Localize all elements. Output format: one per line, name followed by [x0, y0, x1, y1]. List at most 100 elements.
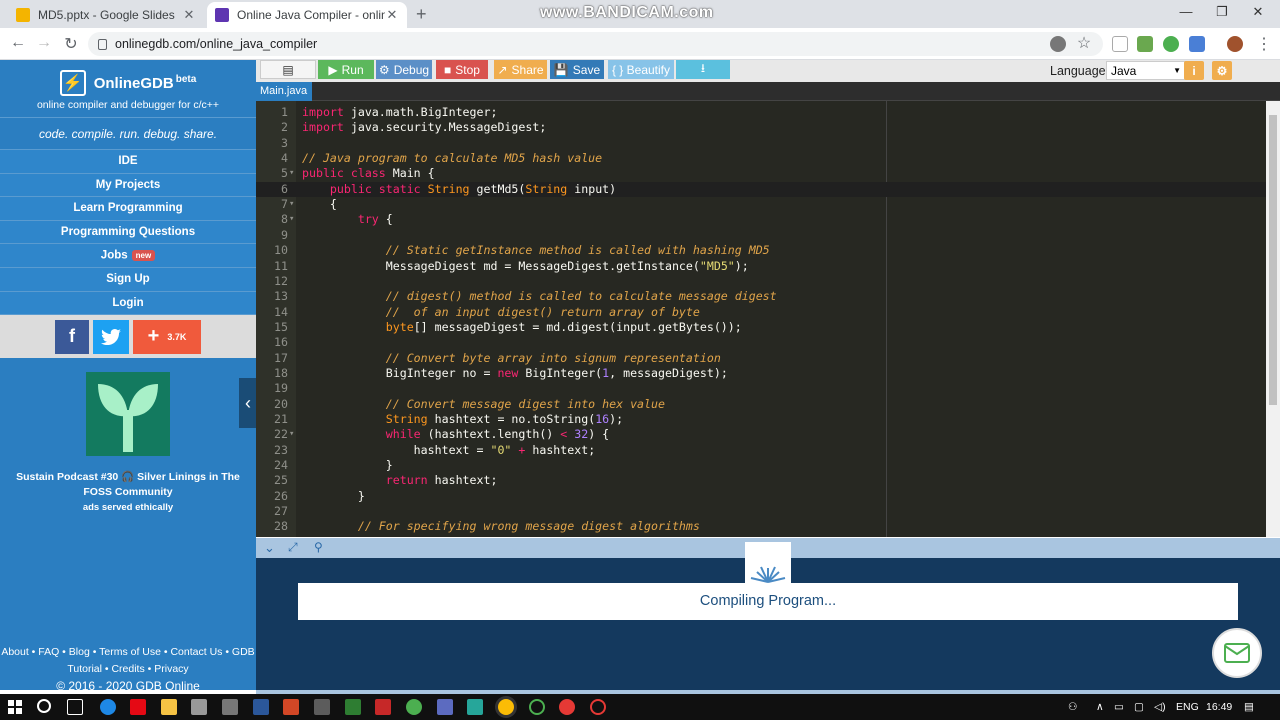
expand-icon[interactable]: ⤢ [288, 540, 298, 555]
code-line[interactable]: 8 ▾ try { [256, 212, 1266, 227]
code-line[interactable]: 26 } [256, 489, 1266, 504]
word-icon[interactable] [253, 699, 269, 715]
twitter-icon[interactable] [93, 319, 129, 354]
file-tab-main[interactable]: Main.java [256, 82, 312, 101]
code-line[interactable]: 9 [256, 228, 1266, 243]
network-icon[interactable]: ▭ [1114, 701, 1124, 713]
sidebar-item-login[interactable]: Login [0, 291, 256, 316]
acrobat-icon[interactable] [375, 699, 391, 715]
code-line[interactable]: 17 // Convert byte array into signum rep… [256, 351, 1266, 366]
code-line[interactable]: 27 [256, 504, 1266, 519]
code-line[interactable]: 18 BigInteger no = new BigInteger(1, mes… [256, 366, 1266, 381]
task-view-icon[interactable] [67, 699, 83, 715]
code-line[interactable]: 2 import java.security.MessageDigest; [256, 120, 1266, 135]
chrome-icon[interactable] [498, 699, 514, 715]
camera-extension-icon[interactable] [1189, 36, 1205, 52]
scrollbar-thumb[interactable] [1269, 115, 1277, 405]
pin-icon[interactable]: ⚲ [314, 540, 323, 554]
reload-icon[interactable]: ↻ [61, 34, 81, 54]
editor-vertical-scrollbar[interactable] [1266, 101, 1280, 537]
notifications-icon[interactable]: ▤ [1244, 701, 1254, 713]
browser-tab-onlinegdb[interactable]: Online Java Compiler - online ed ✕ [207, 2, 407, 28]
code-editor[interactable]: 1 import java.math.BigInteger; 2 import jav… [256, 101, 1266, 537]
green-app-icon[interactable] [406, 699, 422, 715]
onenote-icon[interactable] [437, 699, 453, 715]
extension-icon[interactable] [1137, 36, 1153, 52]
collapse-output-chevron-icon[interactable]: ⌄ [264, 540, 275, 556]
code-line[interactable]: 19 [256, 381, 1266, 396]
bookmark-star-icon[interactable]: ☆ [1074, 33, 1094, 53]
code-line[interactable]: 22 ▾ while (hashtext.length() < 32) { [256, 427, 1266, 442]
fold-arrow-icon[interactable]: ▾ [289, 197, 294, 212]
window-close-icon[interactable]: ✕ [1248, 4, 1268, 20]
forward-arrow-icon[interactable]: → [34, 34, 54, 52]
sidebar-item-ide[interactable]: IDE [0, 150, 256, 174]
facebook-icon[interactable]: f [55, 319, 89, 354]
stop-button[interactable]: ■ Stop [436, 60, 488, 79]
code-line[interactable]: 6 public static String getMd5(String inp… [256, 181, 1266, 198]
file-explorer-icon[interactable] [161, 699, 177, 715]
code-line[interactable]: 7 ▾ { [256, 197, 1266, 212]
sidebar-item-learn-programming[interactable]: Learn Programming [0, 197, 256, 221]
code-line[interactable]: 13 // digest() method is called to calcu… [256, 289, 1266, 304]
sidebar-item-jobs[interactable]: Jobs new [0, 244, 256, 268]
refresh-app-icon[interactable] [529, 699, 545, 715]
settings-gear-icon[interactable]: ⚙ [1212, 61, 1232, 80]
maximize-icon[interactable]: ❐ [1212, 4, 1232, 20]
edge-browser-icon[interactable] [100, 699, 116, 715]
tab-close-icon[interactable]: ✕ [385, 7, 399, 23]
podcast-ad-title[interactable]: Sustain Podcast #30 🎧 Silver Linings in … [14, 470, 242, 500]
footer-links-2[interactable]: Tutorial • Credits • Privacy [0, 661, 256, 678]
code-line[interactable]: 20 // Convert message digest into hex va… [256, 397, 1266, 412]
ads-note[interactable]: ads served ethically [0, 502, 256, 513]
display-icon[interactable]: ▢ [1134, 701, 1144, 713]
code-line[interactable]: 1 import java.math.BigInteger; [256, 105, 1266, 120]
extension-icon[interactable] [1163, 36, 1179, 52]
fold-arrow-icon[interactable]: ▾ [289, 427, 294, 442]
excel-colored-icon[interactable] [345, 699, 361, 715]
windows-start-icon[interactable] [8, 700, 22, 717]
download-icon[interactable]: ⭳ [676, 60, 730, 79]
translate-icon[interactable] [1050, 36, 1066, 52]
new-file-icon[interactable]: ▤ [260, 60, 316, 79]
save-button[interactable]: 💾 Save [550, 60, 604, 79]
store-icon[interactable] [191, 699, 207, 715]
opera-icon[interactable] [559, 699, 575, 715]
code-line[interactable]: 25 return hashtext; [256, 473, 1266, 488]
run-button[interactable]: ▶ Run [318, 60, 374, 79]
extension-icon[interactable] [1112, 36, 1128, 52]
share-count-button[interactable]: +3.7K [133, 319, 201, 354]
new-tab-plus-icon[interactable]: + [416, 4, 427, 25]
code-line[interactable]: 11 MessageDigest md = MessageDigest.getI… [256, 259, 1266, 274]
sidebar-item-sign-up[interactable]: Sign Up [0, 267, 256, 292]
share-button[interactable]: ↗ Share [494, 60, 547, 79]
language-select[interactable]: Java ▼ [1106, 61, 1186, 80]
info-icon[interactable]: i [1184, 61, 1204, 80]
code-line[interactable]: 5 ▾ public class Main { [256, 166, 1266, 181]
browser-tab-slides[interactable]: MD5.pptx - Google Slides ✕ [8, 2, 204, 28]
volume-icon[interactable]: ◁) [1154, 701, 1166, 713]
clock[interactable]: 16:49 [1206, 701, 1232, 713]
collapse-sidebar-chevron-icon[interactable]: ‹ [239, 378, 257, 428]
mail-envelope-icon[interactable] [1212, 628, 1262, 678]
code-line[interactable]: 21 String hashtext = no.toString(16); [256, 412, 1266, 427]
code-line[interactable]: 10 // Static getInstance method is calle… [256, 243, 1266, 258]
code-line[interactable]: 23 hashtext = "0" + hashtext; [256, 443, 1266, 458]
search-circle-icon[interactable] [37, 699, 51, 713]
beautify-button[interactable]: { } Beautify [608, 60, 674, 79]
code-line[interactable]: 15 byte[] messageDigest = md.digest(inpu… [256, 320, 1266, 335]
tab-close-icon[interactable]: ✕ [182, 7, 196, 23]
netflix-icon[interactable] [130, 699, 146, 715]
powerpoint-icon[interactable] [283, 699, 299, 715]
minimize-icon[interactable]: — [1176, 4, 1196, 19]
debug-button[interactable]: ⚙ Debug [376, 60, 432, 79]
code-line[interactable]: 4 // Java program to calculate MD5 hash v… [256, 151, 1266, 166]
browser-menu-icon[interactable]: ⋮ [1254, 34, 1274, 54]
mail-app-icon[interactable] [222, 699, 238, 715]
fold-arrow-icon[interactable]: ▾ [289, 166, 294, 181]
code-line[interactable]: 14 // of an input digest() return array … [256, 305, 1266, 320]
sidebar-item-my-projects[interactable]: My Projects [0, 173, 256, 198]
code-line[interactable]: 24 } [256, 458, 1266, 473]
code-line[interactable]: 3 [256, 136, 1266, 151]
tablet-app-icon[interactable] [314, 699, 330, 715]
